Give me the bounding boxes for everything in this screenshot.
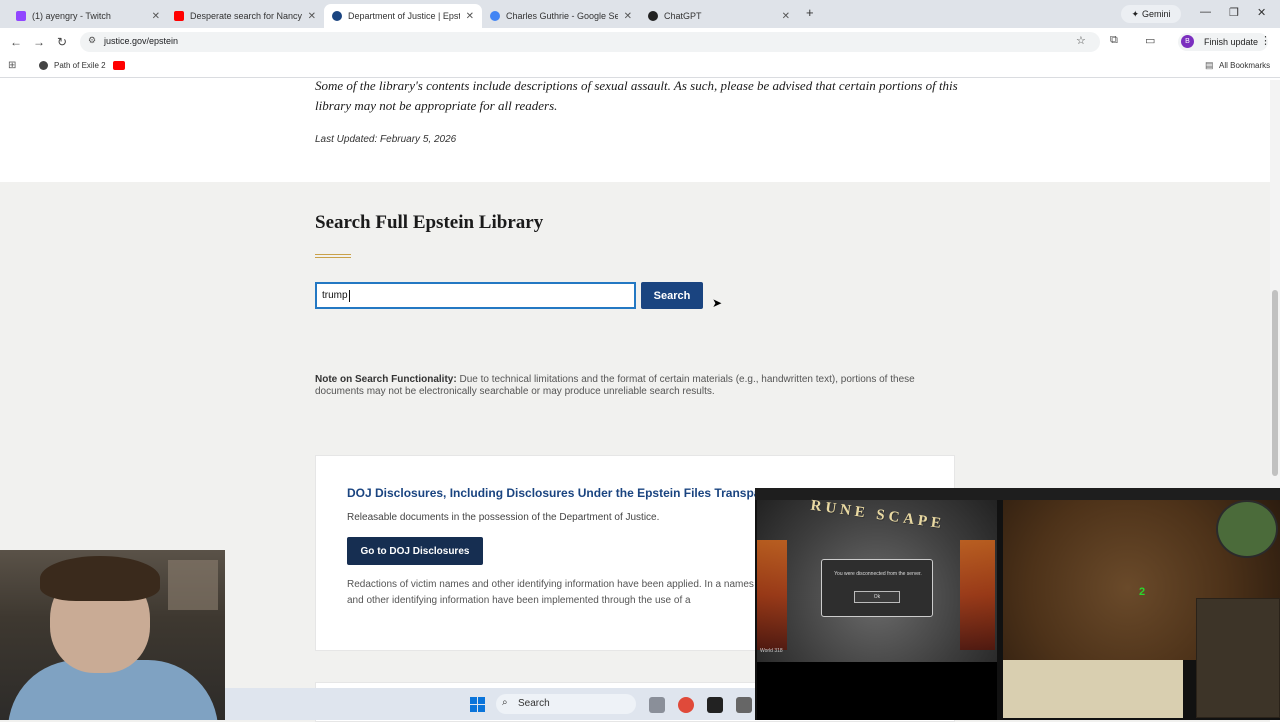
twitch-icon (16, 11, 26, 21)
new-tab-button[interactable]: + (806, 5, 814, 20)
tab-label: Charles Guthrie - Google Searc (506, 11, 618, 21)
torch-left (757, 540, 787, 650)
taskbar (225, 688, 755, 720)
extensions-icon[interactable]: ⧉ (1110, 34, 1118, 47)
doj-redaction-note: Redactions of victim names and other ide… (347, 579, 754, 606)
task-view-icon[interactable] (649, 697, 665, 713)
tab-youtube[interactable]: Desperate search for Nancy Gu ✕ (166, 4, 324, 28)
text-caret (348, 289, 350, 302)
gemini-label: Gemini (1142, 9, 1171, 19)
start-tile (470, 705, 477, 712)
go-to-doj-disclosures-button[interactable]: Go to DOJ Disclosures (347, 537, 483, 565)
url-text[interactable]: justice.gov/epstein (104, 36, 178, 46)
world-label: World 318 (760, 648, 783, 654)
youtube-icon (174, 11, 184, 21)
webcam-overlay (0, 550, 225, 720)
start-tile (470, 697, 477, 704)
sparkle-icon: ✦ (1131, 8, 1140, 19)
app-icon[interactable] (736, 697, 752, 713)
close-window-icon[interactable]: ✕ (1257, 6, 1266, 19)
taskbar-search-box[interactable] (496, 694, 636, 714)
search-input[interactable]: trump (315, 282, 636, 309)
reload-icon[interactable]: ↻ (57, 35, 67, 49)
site-info-icon[interactable]: ⚙ (88, 35, 96, 46)
bookmarks-bar (0, 56, 1280, 78)
webcam-background-object (168, 560, 218, 610)
tab-label: Department of Justice | Epstein (348, 11, 460, 21)
torch-right (960, 540, 995, 650)
search-button[interactable]: Search (641, 282, 703, 309)
all-bookmarks[interactable]: All Bookmarks (1219, 61, 1270, 70)
side-panel-icon[interactable]: ▭ (1145, 34, 1155, 47)
back-icon[interactable]: ← (10, 35, 22, 49)
mouse-pointer-icon: ➤ (712, 296, 723, 310)
close-icon[interactable]: ✕ (782, 11, 790, 22)
forward-icon[interactable]: → (33, 35, 45, 49)
search-icon: ⌕ (502, 697, 508, 708)
tab-label: (1) ayengry - Twitch (32, 11, 111, 21)
bookmark-path-of-exile[interactable]: Path of Exile 2 (54, 61, 106, 70)
chat-box (1003, 660, 1183, 718)
x-app-icon[interactable] (707, 697, 723, 713)
start-tile (478, 705, 485, 712)
youtube-bookmark-icon[interactable] (113, 61, 125, 70)
game-window-titlebar (755, 488, 1000, 500)
doj-card-description: Releasable documents in the possession o… (347, 512, 660, 523)
heading-rule (315, 254, 351, 258)
close-icon[interactable]: ✕ (308, 11, 316, 22)
gemini-button[interactable]: ✦ Gemini (1121, 5, 1181, 23)
search-note-label: Note on Search Functionality: (315, 374, 457, 385)
chrome-icon[interactable] (678, 697, 694, 713)
disconnect-dialog (821, 559, 933, 617)
bookmark-star-icon[interactable]: ☆ (1076, 34, 1086, 47)
last-updated: Last Updated: February 5, 2026 (315, 134, 457, 145)
tab-twitch[interactable]: (1) ayengry - Twitch ✕ (8, 4, 168, 28)
minimap (1216, 500, 1278, 558)
tab-label: ChatGPT (664, 11, 702, 21)
webcam-person-hair (40, 556, 160, 601)
minimize-icon[interactable]: — (1200, 6, 1211, 18)
game-black-area (757, 662, 997, 720)
close-icon[interactable]: ✕ (466, 11, 474, 22)
poe-icon (39, 61, 48, 70)
tab-chatgpt[interactable]: ChatGPT ✕ (640, 4, 798, 28)
google-icon (490, 11, 500, 21)
address-bar[interactable] (80, 32, 1100, 52)
chatgpt-icon (648, 11, 658, 21)
finish-update-label: Finish update (1204, 37, 1259, 47)
windows-start-icon[interactable] (470, 697, 485, 712)
avatar[interactable]: B (1181, 35, 1194, 48)
doj-seal-icon (332, 11, 342, 21)
disconnect-dialog-text: You were disconnected from the server. (834, 571, 922, 577)
tab-doj-epstein[interactable]: Department of Justice | Epstein ✕ (324, 4, 482, 28)
start-tile (478, 697, 485, 704)
folder-icon: ▤ (1205, 60, 1214, 70)
game-window-titlebar (1000, 488, 1280, 500)
tab-strip: (1) ayengry - Twitch ✕ Desperate search … (0, 0, 1280, 28)
apps-grid-icon[interactable]: ⊞ (8, 60, 16, 71)
level-number: 2 (1139, 586, 1146, 598)
tab-google-search[interactable]: Charles Guthrie - Google Searc ✕ (482, 4, 640, 28)
dialog-ok-button[interactable]: Ok (854, 591, 900, 603)
content-warning: Some of the library's contents include d… (315, 78, 958, 113)
inventory-panel (1196, 598, 1280, 718)
close-icon[interactable]: ✕ (624, 11, 632, 22)
maximize-icon[interactable]: ❐ (1229, 6, 1239, 19)
search-heading: Search Full Epstein Library (315, 212, 544, 233)
taskbar-search-label: Search (518, 698, 550, 709)
tab-label: Desperate search for Nancy Gu (190, 11, 302, 21)
scrollbar-thumb[interactable] (1272, 290, 1278, 476)
search-note: Note on Search Functionality: Due to tec… (315, 374, 960, 398)
close-icon[interactable]: ✕ (152, 11, 160, 22)
search-input-value: trump (322, 290, 348, 301)
menu-kebab-icon[interactable]: ⋮ (1260, 34, 1271, 47)
